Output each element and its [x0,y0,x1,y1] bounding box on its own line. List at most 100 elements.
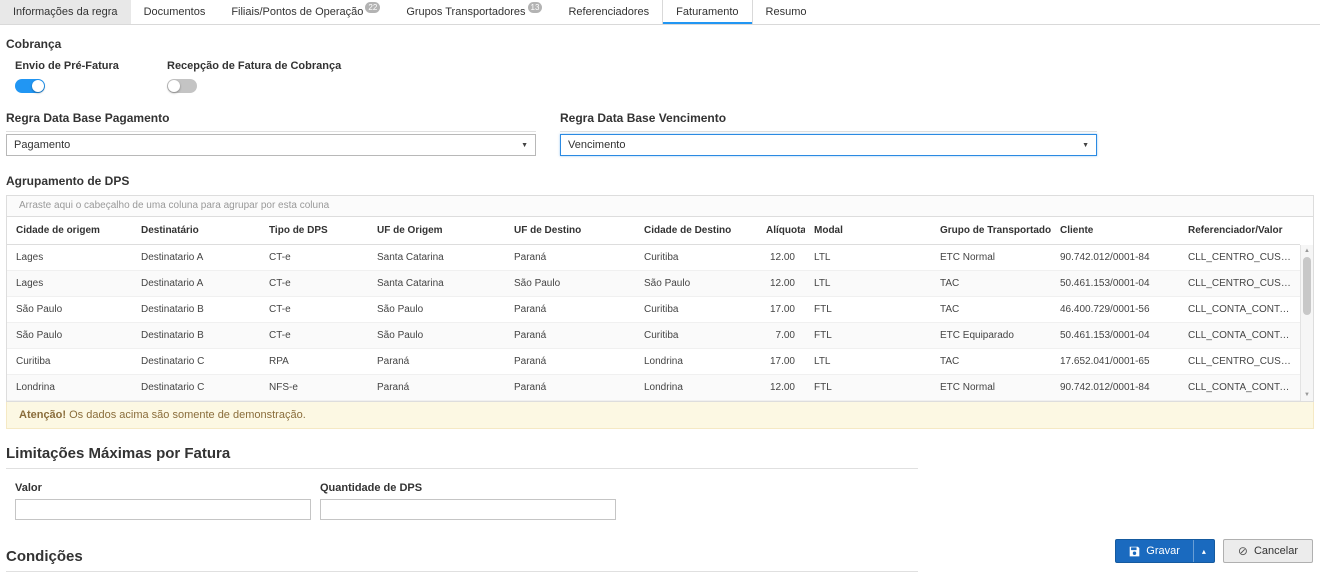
tab-label: Informações da regra [13,6,118,18]
table-row[interactable]: LondrinaDestinatario CNFS-eParanáParanáL… [7,375,1300,401]
table-row[interactable]: CuritibaDestinatario CRPAParanáParanáLon… [7,349,1300,375]
toggle-envio-pre-fatura[interactable] [15,79,45,93]
tab-badge: 13 [528,2,543,13]
select-regra-vencimento[interactable]: Vencimento ▼ [560,134,1097,156]
column-header-modal[interactable]: Modal [805,217,931,245]
caret-up-icon: ▴ [1202,547,1206,556]
column-header-uf-de-origem[interactable]: UF de Origem [368,217,505,245]
table-cell: 90.742.012/0001-84 [1051,245,1179,271]
select-value: Vencimento [568,139,625,151]
table-cell: Londrina [635,349,757,375]
table-cell: CLL_CONTA_CONTABIL: DEPART_B [1179,323,1300,349]
table-cell: São Paulo [7,297,132,323]
table-row[interactable]: LagesDestinatario ACT-eSanta CatarinaSão… [7,271,1300,297]
column-header-cliente[interactable]: Cliente [1051,217,1179,245]
quantidade-dps-input[interactable] [320,499,616,520]
table-cell: 46.400.729/0001-56 [1051,297,1179,323]
table-cell: Destinatario B [132,297,260,323]
table-cell: CLL_CONTA_CONTABIL: DEPART_A [1179,375,1300,401]
chevron-down-icon: ▼ [1082,142,1089,149]
table-cell: ETC Equiparado [931,323,1051,349]
table-cell: Londrina [635,375,757,401]
table-row[interactable]: São PauloDestinatario BCT-eSão PauloPara… [7,297,1300,323]
warning-text: Os dados acima são somente de demonstraç… [66,409,306,421]
scroll-down-icon[interactable]: ▼ [1304,391,1310,399]
regra-vencimento-col: Regra Data Base Vencimento Vencimento ▼ [560,111,1097,156]
table-cell: 17.00 [757,297,805,323]
table-cell: 12.00 [757,375,805,401]
table-cell: FTL [805,297,931,323]
column-header-destinatario[interactable]: Destinatário [132,217,260,245]
table-cell: Lages [7,271,132,297]
table-cell: Paraná [505,349,635,375]
save-icon [1129,546,1140,557]
toggle-label: Recepção de Fatura de Cobrança [167,60,341,72]
save-split-button: Gravar ▴ [1115,539,1215,563]
table-cell: Curitiba [635,245,757,271]
column-header-cidade-de-destino[interactable]: Cidade de Destino [635,217,757,245]
table-cell: Paraná [505,297,635,323]
tab-label: Grupos Transportadores [406,6,525,18]
save-button-label: Gravar [1146,545,1180,557]
table-row[interactable]: São PauloDestinatario BCT-eSão PauloPara… [7,323,1300,349]
column-header-tipo-de-dps[interactable]: Tipo de DPS [260,217,368,245]
table-row[interactable]: LagesDestinatario ACT-eSanta CatarinaPar… [7,245,1300,271]
tab-faturamento[interactable]: Faturamento [662,0,752,24]
warning-banner: Atenção! Os dados acima são somente de d… [6,402,1314,429]
tab-label: Filiais/Pontos de Operação [231,6,363,18]
table-cell: ETC Normal [931,245,1051,271]
table-cell: São Paulo [505,271,635,297]
tab-filiais-pontos-de-operacao[interactable]: Filiais/Pontos de Operação22 [218,0,393,24]
table-cell: CT-e [260,245,368,271]
grid-scrollbar[interactable]: ▲ ▼ [1300,245,1313,401]
table-cell: LTL [805,271,931,297]
tab-informacoes-da-regra[interactable]: Informações da regra [0,0,131,24]
table-cell: 7.00 [757,323,805,349]
column-header-cidade-de-origem[interactable]: Cidade de origem [7,217,132,245]
tab-grupos-transportadores[interactable]: Grupos Transportadores13 [393,0,555,24]
faturamento-page: Informações da regraDocumentosFiliais/Po… [0,0,1320,582]
table-cell: CT-e [260,271,368,297]
table-cell: CT-e [260,297,368,323]
scroll-up-icon[interactable]: ▲ [1304,247,1310,255]
table-cell: NFS-e [260,375,368,401]
tab-resumo[interactable]: Resumo [753,0,820,24]
tab-referenciadores[interactable]: Referenciadores [555,0,662,24]
quantidade-dps-label: Quantidade de DPS [320,482,616,494]
valor-input[interactable] [15,499,311,520]
section-title-condicoes: Condições [6,548,918,572]
save-button[interactable]: Gravar [1116,540,1193,562]
table-cell: CLL_CENTRO_CUSTO: TL_DIST [1179,349,1300,375]
table-cell: 17.652.041/0001-65 [1051,349,1179,375]
section-title-regra-pagamento: Regra Data Base Pagamento [6,111,536,132]
tab-badge: 22 [365,2,380,13]
toggle-recepcao-fatura[interactable] [167,79,197,93]
scrollbar-track[interactable] [1301,255,1313,391]
table-cell: Paraná [505,375,635,401]
cancel-button[interactable]: ⊘ Cancelar [1223,539,1313,563]
table-cell: Destinatario A [132,245,260,271]
save-dropdown-toggle[interactable]: ▴ [1193,540,1214,562]
column-header-grupo-de-transportador[interactable]: Grupo de Transportador [931,217,1051,245]
table-cell: Destinatario C [132,375,260,401]
scrollbar-thumb[interactable] [1303,257,1311,315]
table-cell: Santa Catarina [368,245,505,271]
section-title-agrupamento: Agrupamento de DPS [6,174,1314,188]
table-cell: CLL_CENTRO_CUSTO: LTL_DIST [1179,245,1300,271]
section-cobranca: Cobrança Envio de Pré-Fatura Recepção de… [6,37,1314,93]
table-cell: LTL [805,349,931,375]
column-header-referenciador-valor[interactable]: Referenciador/Valor [1179,217,1300,245]
column-header-aliquota[interactable]: Alíquota [757,217,805,245]
table-cell: 12.00 [757,271,805,297]
group-by-bar[interactable]: Arraste aqui o cabeçalho de uma coluna p… [7,196,1313,217]
tab-label: Resumo [766,6,807,18]
grid-header-row: Cidade de origemDestinatárioTipo de DPSU… [7,217,1300,245]
select-regra-pagamento[interactable]: Pagamento ▼ [6,134,536,156]
section-title-limitacoes: Limitações Máximas por Fatura [6,445,918,469]
tab-documentos[interactable]: Documentos [131,0,219,24]
footer-actions: Gravar ▴ ⊘ Cancelar [1115,539,1313,563]
toggle-group-recepcao-fatura: Recepção de Fatura de Cobrança [167,60,341,93]
table-cell: CT-e [260,323,368,349]
chevron-down-icon: ▼ [521,142,528,149]
column-header-uf-de-destino[interactable]: UF de Destino [505,217,635,245]
